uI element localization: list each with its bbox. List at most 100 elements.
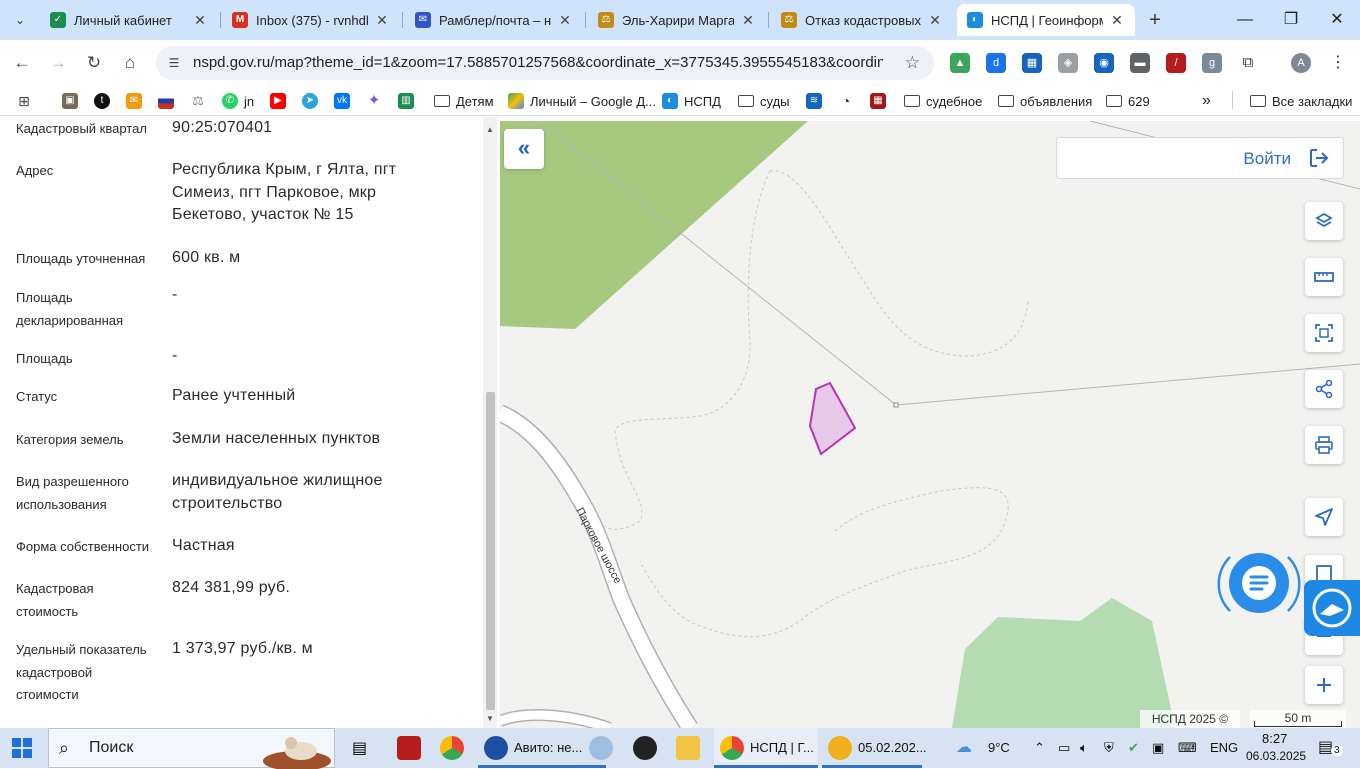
restore-icon[interactable]: ❐ [1279,8,1303,32]
bookmark-sudy[interactable]: суды [738,91,790,111]
red-extension-icon[interactable]: / [1166,53,1186,73]
language-indicator[interactable]: ENG [1210,740,1238,755]
chat-button[interactable] [1229,553,1289,613]
tab-inbox[interactable]: M Inbox (375) - rvnhdk@ ✕ [222,4,400,36]
file-explorer-icon[interactable] [672,728,706,768]
new-tab-icon[interactable]: + [1143,8,1167,32]
assistant-button[interactable] [1304,580,1360,636]
print-button[interactable] [1305,426,1343,464]
telegram-icon[interactable]: ➤ [302,91,324,111]
info-label: Статус [16,389,58,404]
back-icon[interactable]: ← [10,51,34,75]
tray-overflow-icon[interactable]: ⌃ [1034,740,1045,756]
tab-lichny-kabinet[interactable]: ✓ Личный кабинет ✕ [40,4,218,36]
calendar-icon[interactable]: ▦ [870,91,892,111]
map-canvas[interactable]: Парковое шоссе [500,121,1360,728]
all-bookmarks[interactable]: Все закладки [1250,91,1352,111]
apps-grid-icon[interactable]: ⊞ [16,91,38,111]
close-tab-icon[interactable]: ✕ [740,12,756,28]
cadastral-parcel[interactable] [808,381,857,456]
scroll-up-icon[interactable]: ▲ [484,124,496,136]
d-extension-icon[interactable]: d [986,53,1006,73]
bookmark-obyavleniya[interactable]: объявления [998,91,1092,111]
task-view-icon[interactable]: ▤ [348,728,374,768]
browser-menu-icon[interactable]: ⋮ [1328,53,1348,73]
login-button[interactable]: Войти [1056,137,1344,179]
address-bar[interactable]: ☰ nspd.gov.ru/map?theme_id=1&zoom=17.588… [156,46,934,80]
close-window-icon[interactable]: ✕ [1325,8,1349,32]
paint-icon[interactable] [586,728,616,768]
close-tab-icon[interactable]: ✕ [557,12,573,28]
url-text[interactable]: nspd.gov.ru/map?theme_id=1&zoom=17.58857… [193,54,883,71]
taskbar-app-nspd[interactable]: НСПД | Г... [714,728,818,768]
clock-time[interactable]: 8:27 [1262,731,1287,746]
zoom-in-button[interactable] [1305,666,1343,704]
close-tab-icon[interactable]: ✕ [927,12,943,28]
scales-icon[interactable]: ⚖ [190,91,212,111]
extensions-puzzle-icon[interactable]: ⧉ [1238,53,1258,73]
geolocation-button[interactable] [1305,498,1343,536]
profile-avatar[interactable]: A [1291,53,1311,73]
home-icon[interactable]: ⌂ [118,51,142,75]
star-icon[interactable]: ✦ [366,91,388,111]
bookmark-detyam[interactable]: Детям [434,91,494,111]
tab-otkaz[interactable]: ⚖ Отказ кодастровых ✕ [771,4,953,36]
bookmark-nspd[interactable]: ◐ НСПД [662,91,721,111]
weather-icon[interactable]: ☁ [956,737,972,757]
site-info-icon[interactable]: ☰ [166,55,182,71]
forward-icon[interactable]: → [46,51,70,75]
clock-icon[interactable]: ◔ [838,91,860,111]
bookmark-whatsapp[interactable]: ✆ jn [222,91,254,111]
clock-date[interactable]: 06.03.2025 [1246,749,1306,763]
tab-nspd[interactable]: ◐ НСПД | Геоинформа ✕ [957,4,1135,36]
bank-icon[interactable]: ▥ [398,91,420,111]
tab-rambler[interactable]: ✉ Рамблер/почта – на ✕ [405,4,583,36]
security-icon[interactable]: ⛨ [1104,740,1114,756]
tab-search-dropdown-icon[interactable]: ⌄ [8,10,32,30]
close-tab-icon[interactable]: ✕ [374,12,390,28]
measure-button[interactable] [1305,258,1343,296]
sync-icon[interactable]: ✔ [1128,740,1139,756]
bookmark-629[interactable]: 629 [1106,91,1150,111]
mail-ru-icon[interactable]: ✉ [126,91,148,111]
more-bookmarks-icon[interactable]: » [1202,91,1211,111]
network-icon[interactable]: ▭ [1058,740,1070,756]
share-button[interactable] [1305,370,1343,408]
collapse-panel-button[interactable]: « [504,129,544,169]
panel-scrollbar-thumb[interactable] [486,392,495,710]
keyboard-icon[interactable]: ⌨ [1178,740,1197,756]
windows-start-icon[interactable] [12,738,32,758]
taskbar-search[interactable]: ⌕ Поиск [48,728,335,769]
gosuslugi-extension-icon[interactable]: g [1202,53,1222,73]
vpn-icon[interactable] [630,728,660,768]
vk-icon[interactable]: vk [334,91,356,111]
taskbar-app-label: НСПД | Г... [750,740,814,755]
shield-extension-icon[interactable]: ◈ [1058,53,1078,73]
minimize-icon[interactable]: — [1233,8,1257,32]
t-icon[interactable]: t [94,91,116,111]
hat-extension-icon[interactable]: ▬ [1130,53,1150,73]
layers-button[interactable] [1305,202,1343,240]
flag-icon[interactable] [158,91,180,111]
scroll-down-icon[interactable]: ▼ [484,713,496,725]
vpn-extension-icon[interactable]: ◉ [1094,53,1114,73]
device-icon[interactable]: ▣ [1152,740,1164,756]
close-tab-icon[interactable]: ✕ [1109,12,1125,28]
bookmark-app-icon[interactable]: ▣ [62,91,84,111]
weather-temp[interactable]: 9°C [988,740,1010,755]
drive-extension-icon[interactable]: ▲ [950,53,970,73]
bookmark-google-drive[interactable]: Личный – Google Д... [508,91,656,111]
volume-icon[interactable]: 🔈︎ [1080,740,1088,756]
reload-icon[interactable]: ↻ [82,51,106,75]
calendar-extension-icon[interactable]: ▦ [1022,53,1042,73]
youtube-icon[interactable]: ▶ [270,91,292,111]
close-tab-icon[interactable]: ✕ [192,12,208,28]
tab-el-hariri[interactable]: ⚖ Эль-Харири Маргар ✕ [588,4,766,36]
chrome-taskbar-icon[interactable] [436,728,472,768]
bookmark-star-icon[interactable]: ☆ [905,53,920,73]
screen-recorder-icon[interactable] [394,728,424,768]
taskbar-app-reminder[interactable]: 05.02.202... [822,728,927,768]
stack-icon[interactable]: ≋ [806,91,828,111]
select-area-button[interactable] [1305,314,1343,352]
bookmark-sudebnoe[interactable]: судебное [904,91,982,111]
